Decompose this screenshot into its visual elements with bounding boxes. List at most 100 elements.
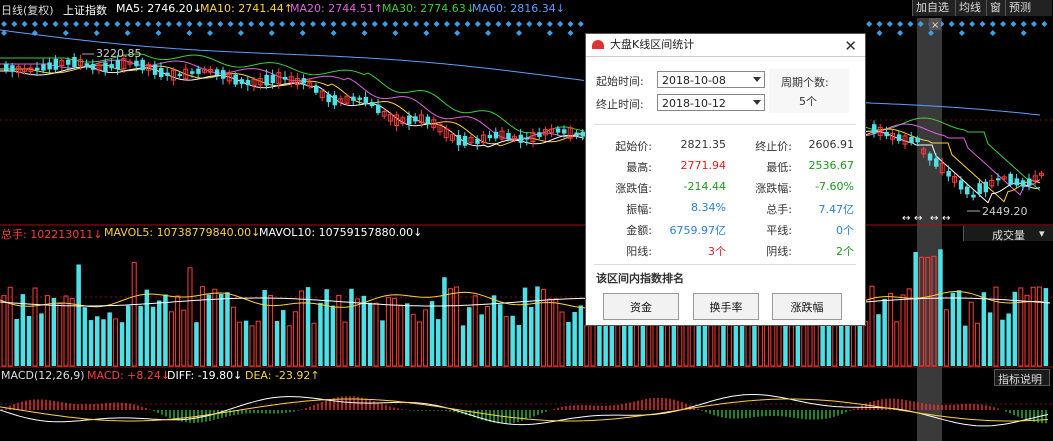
candle-body [134,60,139,67]
event-marker-icon [557,21,564,27]
volume-bar [615,324,621,367]
up-value: 3个 [708,245,726,258]
app-logo-icon [592,40,604,49]
change-pct-ranking-button[interactable]: 涨跌幅 [772,293,842,320]
amplitude-label: 振幅: [626,203,652,216]
svg-text:×: × [931,20,939,31]
funds-ranking-button[interactable]: 资金 [603,293,679,320]
event-marker-icon [268,30,275,36]
forecast-button[interactable]: 预测 [1005,0,1052,16]
event-marker-icon [897,21,904,27]
window-button[interactable]: 窗 [986,0,1007,16]
volume-bar [510,315,515,366]
dea-line [0,398,1049,422]
svg-text:↔: ↔ [902,213,910,224]
volume-bar [144,289,150,366]
volume-bar [20,294,26,366]
volume-bar [126,305,131,366]
indicator-help-button[interactable]: 指标说明 [994,369,1050,386]
volume-bar [913,251,918,366]
add-watchlist-button[interactable]: 加自选 [912,0,957,16]
dialog-titlebar[interactable]: 大盘K线区间统计 ✕ [586,34,865,57]
amount-label: 金额: [626,224,652,237]
volume-bar [249,325,255,367]
candle-body [115,60,121,70]
event-marker-icon [62,21,69,27]
index-name: 上证指数 [63,4,107,17]
diff-line [0,394,1049,427]
close-icon[interactable]: ✕ [844,35,857,57]
event-marker-icon [31,21,38,27]
candle-body [357,97,362,100]
volume-bar [187,267,193,367]
volume-bar [392,297,398,367]
candle-body [314,86,319,93]
ranking-title: 该区间内指数排名 [596,272,684,285]
candle-body [555,128,561,133]
ma-line-button[interactable]: 均线 [955,0,988,16]
volume-bar [380,320,385,366]
candle-body [977,183,982,195]
candle-body [506,133,511,140]
volume-bar [57,303,63,367]
macd-value: MACD: +8.24↓ [87,369,171,382]
event-marker-icon [474,21,481,27]
volume-bar [1030,286,1036,367]
volume-bar [416,321,422,367]
amount-value: 6759.97亿 [669,224,727,237]
candle-body [283,76,288,80]
volume-bar [299,290,305,367]
event-marker-icon [413,21,419,27]
volume-bar [131,261,137,367]
volume-bar [460,325,466,366]
volume-bar [199,286,205,367]
high-label: 最高: [626,161,652,174]
volume-bar [88,320,94,366]
candle-body [363,96,369,104]
event-marker-icon [268,21,275,27]
event-marker-icon [186,30,193,36]
candlesticks[interactable] [4,53,1044,201]
candle-body [872,124,877,134]
volume-bar [398,305,404,367]
event-marker-icon [876,30,883,36]
candle-body [574,132,579,136]
macd-indicator[interactable] [0,394,1049,427]
volume-bar [281,310,286,366]
volume-bar [745,323,751,367]
start-date-select[interactable]: 2018-10-08 [657,71,765,88]
volume-bar [442,277,447,366]
event-marker-icon [454,30,461,36]
indicator-select[interactable]: 成交量 ▾ [963,226,1053,242]
event-marker-icon [382,21,389,27]
volume-bar [119,322,125,366]
low-price-label: 2449.20 [982,205,1028,218]
high-value: 2771.94 [680,159,727,172]
volume-bar [69,298,75,367]
ma60-value: MA60: 2816.34↓ [472,2,565,15]
end-date-select[interactable]: 2018-10-12 [657,94,765,111]
candle-body [165,72,170,76]
event-marker-icon [114,21,121,27]
event-marker-icon [155,30,162,36]
volume-bars[interactable] [0,249,1051,367]
volume-bar [447,288,453,367]
volume-bar [150,306,156,366]
volume-bar [423,309,429,367]
volume-bar [51,297,57,366]
turnover-ranking-button[interactable]: 换手率 [693,293,759,320]
event-marker-icon [567,30,574,36]
volume-bar [572,311,577,366]
volume-bar [212,288,218,367]
event-marker-icon [433,21,440,27]
candle-body [456,134,462,146]
event-marker-icon [52,21,59,27]
event-marker-icon [21,21,28,27]
event-markers[interactable] [1,21,1048,36]
event-marker-icon [454,21,461,27]
volume-bar [373,302,379,367]
down-value: 2个 [836,245,854,258]
candle-body [983,181,989,193]
volume-bar [566,321,571,366]
volume-bar [107,312,112,366]
